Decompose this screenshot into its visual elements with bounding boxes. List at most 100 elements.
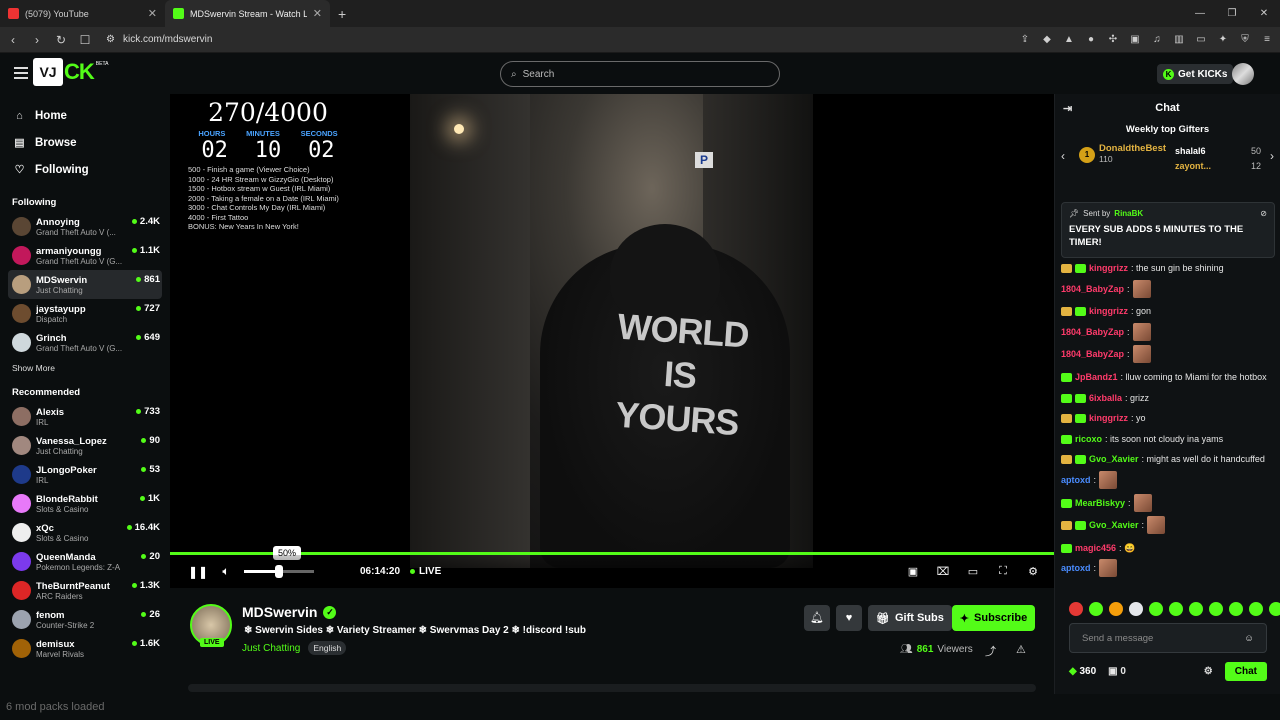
- show-more-link[interactable]: Show More: [0, 363, 170, 373]
- share-icon[interactable]: ⇪: [1018, 33, 1032, 47]
- chat-username[interactable]: kinggrizz: [1089, 412, 1128, 425]
- follow-heart-button[interactable]: ♥: [836, 605, 862, 631]
- chat-username[interactable]: 1804_BabyZap: [1061, 348, 1124, 361]
- gift-subs-button[interactable]: 🎁︎ Gift Subs: [868, 605, 952, 631]
- top-gifter-1[interactable]: 1 DonaldtheBest 110: [1079, 143, 1166, 164]
- tab-kick[interactable]: MDSwervin Stream - Watch Live ✕: [165, 0, 330, 27]
- quick-emote-icon[interactable]: [1189, 602, 1203, 616]
- sidebar-channel-blonderabbit[interactable]: BlondeRabbit Slots & Casino 1K: [0, 489, 170, 518]
- chat-username[interactable]: JpBandz1: [1075, 371, 1118, 384]
- subscribe-button[interactable]: ✦ Subscribe: [952, 605, 1035, 631]
- unpin-icon[interactable]: ⊘: [1260, 209, 1267, 218]
- user-avatar[interactable]: [1232, 63, 1254, 85]
- gifter-row[interactable]: zayont... 12: [1175, 158, 1261, 173]
- back-icon[interactable]: ‹: [6, 33, 20, 47]
- fullscreen-icon[interactable]: ⛶: [990, 565, 1016, 578]
- gifts-balance[interactable]: ▣ 0: [1108, 666, 1126, 677]
- chat-input[interactable]: Send a message ☺: [1069, 623, 1267, 653]
- chat-username[interactable]: MearBiskyy: [1075, 497, 1125, 510]
- close-tab-icon[interactable]: ✕: [313, 7, 322, 20]
- quick-emote-icon[interactable]: [1069, 602, 1083, 616]
- pinned-message[interactable]: 📌︎ Sent by RinaBK ⊘ EVERY SUB ADDS 5 MIN…: [1061, 202, 1275, 258]
- tab-youtube[interactable]: (5079) YouTube ✕: [0, 0, 165, 27]
- sidebar-channel-fenom[interactable]: fenom Counter-Strike 2 26: [0, 605, 170, 634]
- quick-emote-icon[interactable]: [1109, 602, 1123, 616]
- notification-bell-button[interactable]: 🔔︎: [804, 605, 830, 631]
- video-player[interactable]: P WORLD IS YOURS 270/4000 HOURS MINUTES …: [170, 94, 1054, 588]
- rewards-icon[interactable]: ▲: [1062, 33, 1076, 47]
- chat-username[interactable]: ricoxo: [1075, 433, 1102, 446]
- theater-mode-icon[interactable]: ▭: [960, 565, 986, 578]
- share-icon[interactable]: ⤴: [985, 643, 996, 659]
- chat-username[interactable]: aptoxd: [1061, 474, 1091, 487]
- bookmark-icon[interactable]: ☐: [78, 33, 92, 47]
- chat-username[interactable]: aptoxd: [1061, 562, 1091, 575]
- sidebar-channel-demisux[interactable]: demisux Marvel Rivals 1.6K: [0, 634, 170, 663]
- pause-icon[interactable]: ❚❚: [184, 565, 212, 579]
- sidebar-item-following[interactable]: ♡ Following: [0, 156, 170, 183]
- emoji-icon[interactable]: ☺: [1244, 633, 1254, 644]
- sidebar-channel-jlongopoker[interactable]: JLongoPoker IRL 53: [0, 460, 170, 489]
- kicks-balance[interactable]: ◆ 360: [1069, 666, 1096, 677]
- quick-emote-icon[interactable]: [1209, 602, 1223, 616]
- forward-icon[interactable]: ›: [30, 33, 44, 47]
- chat-username[interactable]: 1804_BabyZap: [1061, 283, 1124, 296]
- chat-username[interactable]: kinggrizz: [1089, 305, 1128, 318]
- sidebar-channel-mdswervin[interactable]: MDSwervin Just Chatting 861: [8, 270, 162, 299]
- stream-category-link[interactable]: Just Chatting: [242, 643, 300, 654]
- volume-slider[interactable]: [244, 565, 314, 578]
- chevron-right-icon[interactable]: ›: [1270, 149, 1274, 163]
- chat-username[interactable]: kinggrizz: [1089, 262, 1128, 275]
- report-icon[interactable]: ⚠: [1016, 643, 1026, 656]
- quick-emote-icon[interactable]: [1169, 602, 1183, 616]
- chat-username[interactable]: Gvo_Xavier: [1089, 519, 1139, 532]
- sidebar-item-home[interactable]: ⌂ Home: [0, 102, 170, 129]
- new-tab-button[interactable]: +: [338, 6, 346, 22]
- screenshot-icon[interactable]: ▣: [1128, 33, 1142, 47]
- sidebar-channel-xqc[interactable]: xQc Slots & Casino 16.4K: [0, 518, 170, 547]
- extension-icon[interactable]: ●: [1084, 33, 1098, 47]
- leo-icon[interactable]: ✦: [1216, 33, 1230, 47]
- close-window-icon[interactable]: ✕: [1248, 0, 1280, 27]
- chat-username[interactable]: 1804_BabyZap: [1061, 326, 1124, 339]
- sidebar-channel-theburntpeanut[interactable]: TheBurntPeanut ARC Raiders 1.3K: [0, 576, 170, 605]
- hamburger-menu-icon[interactable]: [14, 67, 28, 79]
- chat-username[interactable]: Gvo_Xavier: [1089, 453, 1139, 466]
- minimize-icon[interactable]: —: [1184, 0, 1216, 27]
- wallet-icon[interactable]: ▭: [1194, 33, 1208, 47]
- sidebar-channel-vanessa_lopez[interactable]: Vanessa_Lopez Just Chatting 90: [0, 431, 170, 460]
- quick-emote-icon[interactable]: [1129, 602, 1143, 616]
- get-kicks-button[interactable]: K Get KICKs: [1157, 64, 1234, 84]
- reload-icon[interactable]: ↻: [54, 33, 68, 47]
- clip-icon[interactable]: ⌧: [930, 565, 956, 578]
- url-field[interactable]: ⚙ kick.com/mdswervin: [102, 30, 1008, 50]
- sidebar-channel-grinch[interactable]: Grinch Grand Theft Auto V (G... 649: [0, 328, 170, 357]
- search-input[interactable]: ⌕ Search: [500, 61, 780, 87]
- volume-knob[interactable]: [275, 565, 283, 578]
- kick-logo[interactable]: VJ CK BETA: [33, 57, 108, 87]
- quick-emote-icon[interactable]: [1149, 602, 1163, 616]
- sidebar-channel-jaystayupp[interactable]: jaystayupp Dispatch 727: [0, 299, 170, 328]
- streamer-name[interactable]: MDSwervin: [242, 604, 317, 620]
- vpn-icon[interactable]: ⛨: [1238, 33, 1252, 47]
- quick-emote-icon[interactable]: [1269, 602, 1280, 616]
- chat-username[interactable]: magic456: [1075, 542, 1116, 555]
- puzzle-icon[interactable]: ✣: [1106, 33, 1120, 47]
- music-icon[interactable]: ♫: [1150, 33, 1164, 47]
- volume-icon[interactable]: 🔈︎: [212, 564, 240, 579]
- settings-icon[interactable]: ⚙: [1020, 565, 1046, 578]
- chevron-left-icon[interactable]: ‹: [1061, 149, 1065, 163]
- sidebar-channel-alexis[interactable]: Alexis IRL 733: [0, 402, 170, 431]
- close-tab-icon[interactable]: ✕: [148, 7, 157, 20]
- sidebar-channel-armaniyoungg[interactable]: armaniyoungg Grand Theft Auto V (G... 1.1K: [0, 241, 170, 270]
- sidebar-icon[interactable]: ▥: [1172, 33, 1186, 47]
- menu-icon[interactable]: ≡: [1260, 33, 1274, 47]
- chat-send-button[interactable]: Chat: [1224, 661, 1267, 681]
- collapse-chat-icon[interactable]: ⇥: [1063, 102, 1072, 115]
- language-tag[interactable]: English: [308, 641, 347, 655]
- quick-emote-icon[interactable]: [1249, 602, 1263, 616]
- chat-username[interactable]: 6ixballa: [1089, 392, 1122, 405]
- brave-shield-icon[interactable]: ◆: [1040, 33, 1054, 47]
- chat-settings-icon[interactable]: ⚙: [1204, 666, 1213, 677]
- sidebar-item-browse[interactable]: ▤ Browse: [0, 129, 170, 156]
